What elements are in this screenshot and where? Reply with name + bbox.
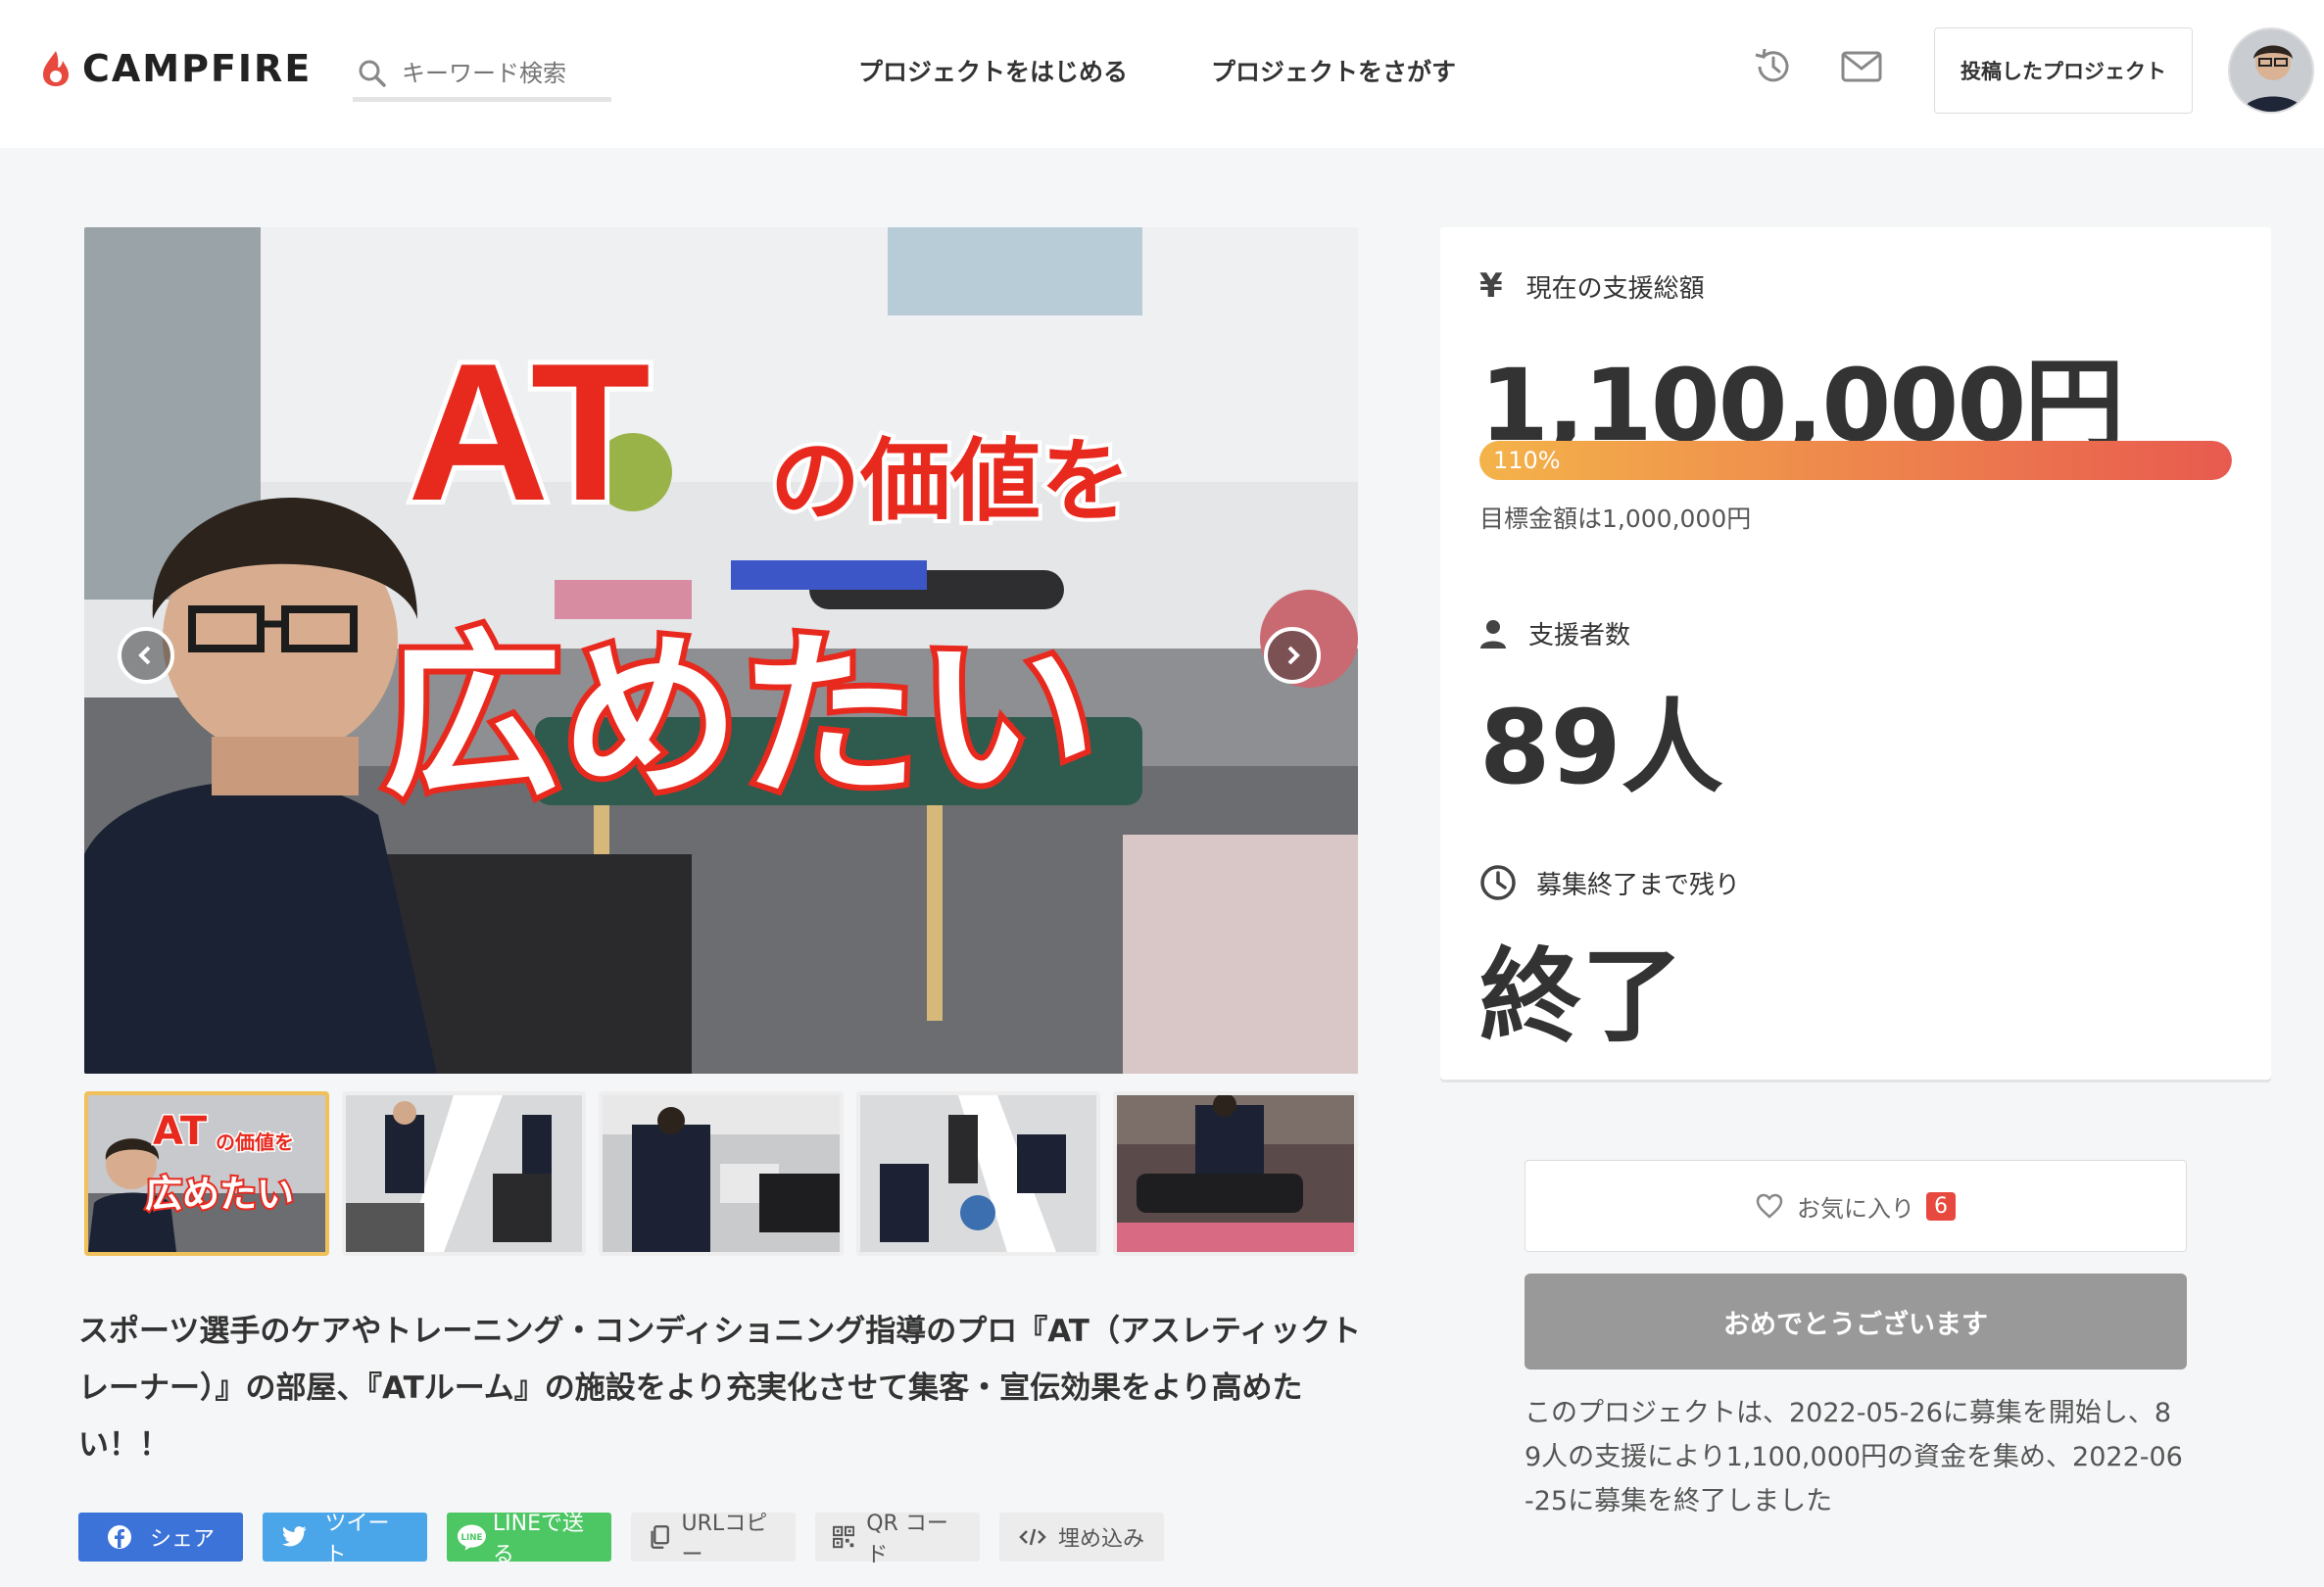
user-avatar[interactable] [2228, 27, 2314, 114]
remaining-label-row: 募集終了まで残り [1479, 864, 1740, 901]
backers-label-row: 支援者数 [1479, 615, 1630, 651]
prev-slide-button[interactable] [118, 627, 174, 684]
next-slide-button[interactable] [1264, 627, 1321, 684]
congrats-button[interactable]: おめでとうございます [1525, 1274, 2187, 1370]
progress-percent: 110% [1493, 447, 1561, 474]
url-copy-button[interactable]: URLコピー [631, 1512, 796, 1567]
nav-start-project[interactable]: プロジェクトをはじめる [858, 53, 1128, 88]
search-input[interactable] [402, 59, 598, 87]
progress-fill [1479, 441, 2232, 480]
project-summary: このプロジェクトは、2022-05-26に募集を開始し、89人の支援により1,1… [1525, 1398, 2183, 1516]
backers-count: 89人 [1479, 688, 1723, 807]
funding-stats-card: ¥ 現在の支援総額 1,100,000円 110% 目標金額は1,000,000… [1440, 227, 2271, 1080]
facebook-share-label: シェア [149, 1527, 215, 1552]
project-main-image[interactable]: AT の価値を 広めたい [84, 227, 1358, 1074]
thumb-caption-line2: 広めたい [143, 1171, 296, 1218]
thumbnail-3[interactable] [599, 1091, 844, 1256]
chevron-right-icon [1287, 646, 1300, 665]
hero-title-suffix: の価値を [766, 429, 1135, 535]
person-icon [1480, 619, 1506, 649]
qr-code-icon [833, 1525, 855, 1549]
campfire-logo[interactable]: CAMPFIRE [39, 47, 312, 90]
favorite-button[interactable]: お気に入り 6 [1525, 1160, 2187, 1252]
line-share-button[interactable]: LINE LINEで送る [447, 1512, 611, 1567]
remaining-label: 募集終了まで残り [1536, 870, 1741, 900]
thumbnail-4[interactable] [855, 1091, 1101, 1256]
clock-icon [1480, 865, 1516, 900]
favorite-label: お気に入り [1797, 1194, 1914, 1223]
remaining-value: 終了 [1479, 937, 1684, 1056]
qr-code-button[interactable]: QR コード [815, 1512, 980, 1567]
heart-icon [1756, 1193, 1783, 1219]
search-box[interactable] [353, 49, 611, 102]
thumbnail-1[interactable]: AT の価値を 広めたい [84, 1091, 329, 1256]
twitter-share-label: ツイート [324, 1512, 390, 1567]
total-label-row: ¥ 現在の支援総額 [1479, 266, 1705, 306]
url-copy-label: URLコピー [681, 1512, 768, 1567]
copy-icon [651, 1525, 669, 1549]
thumb-caption-at: AT [151, 1108, 208, 1156]
twitter-icon [281, 1526, 307, 1547]
nav-find-project[interactable]: プロジェクトをさがす [1211, 53, 1456, 88]
backers-label: 支援者数 [1528, 621, 1631, 650]
facebook-icon [107, 1525, 131, 1549]
yen-icon: ¥ [1479, 266, 1503, 306]
goal-amount: 目標金額は1,000,000円 [1479, 505, 1752, 533]
svg-text:LINE: LINE [460, 1533, 482, 1543]
mail-icon[interactable] [1838, 43, 1885, 90]
qr-code-label: QR コード [866, 1512, 948, 1567]
embed-label: 埋め込み [1057, 1527, 1144, 1552]
hero-title-at: AT [403, 323, 655, 542]
line-share-label: LINEで送る [492, 1512, 584, 1567]
funding-progress-bar: 110% [1479, 441, 2232, 480]
history-icon[interactable] [1750, 43, 1797, 90]
project-description: スポーツ選手のケアやトレーニング・コンディショニング指導のプロ『AT（アスレティ… [78, 1314, 1362, 1463]
logo-text: CAMPFIRE [82, 47, 313, 90]
embed-button[interactable]: 埋め込み [999, 1513, 1164, 1562]
total-label: 現在の支援総額 [1525, 273, 1705, 304]
chevron-left-icon [138, 646, 151, 665]
thumb-caption-suffix: の価値を [215, 1130, 296, 1156]
share-buttons: シェア ツイート LINE LINEで送る URLコピー QR コード 埋め込み [78, 1512, 1164, 1567]
thumbnail-5[interactable] [1113, 1091, 1358, 1256]
posted-projects-button[interactable]: 投稿したプロジェクト [1934, 27, 2193, 114]
twitter-share-button[interactable]: ツイート [263, 1512, 427, 1567]
thumbnail-2[interactable] [341, 1091, 587, 1256]
thumbnail-strip: AT の価値を 広めたい [84, 1091, 1358, 1256]
search-icon [359, 60, 386, 87]
favorite-count-badge: 6 [1926, 1191, 1956, 1221]
line-icon: LINE [457, 1524, 486, 1551]
hero-title-line2: 広めたい [377, 613, 1102, 821]
facebook-share-button[interactable]: シェア [78, 1513, 243, 1562]
site-header: CAMPFIRE プロジェクトをはじめる プロジェクトをさがす 投稿したプロジェ… [0, 0, 2324, 148]
code-icon [1019, 1528, 1046, 1546]
flame-icon [43, 51, 69, 86]
